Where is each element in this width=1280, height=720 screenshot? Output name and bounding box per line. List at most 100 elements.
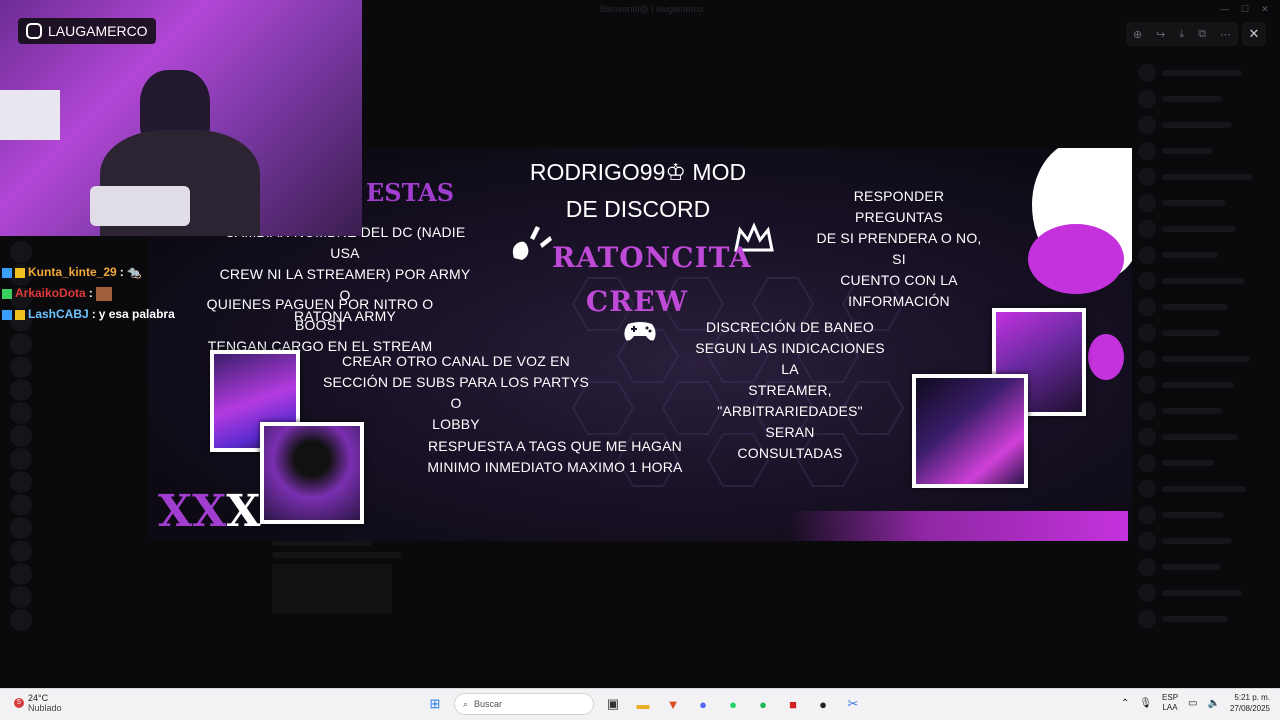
taskbar-apps: ⊞ ⌕ Buscar ▣ ▬ ▼ ● ● ● ■ ● ✂	[424, 693, 864, 715]
discord-icon[interactable]: ●	[692, 693, 714, 715]
minimize-icon[interactable]: —	[1220, 4, 1229, 15]
crown-badge-icon	[15, 267, 25, 278]
list-item	[1132, 268, 1280, 294]
list-item	[1132, 528, 1280, 554]
open-external-icon[interactable]: ⧉	[1198, 28, 1206, 41]
list-item	[1132, 138, 1280, 164]
list-item	[0, 470, 148, 493]
member-list-dimmed	[1132, 60, 1280, 680]
file-explorer-icon[interactable]: ▬	[632, 693, 654, 715]
window-controls: — ☐ ✕	[1220, 4, 1269, 15]
list-item	[1132, 60, 1280, 86]
rule-nitro-boost: QUIENES PAGUEN POR NITRO O BOOST TENGAN …	[206, 296, 434, 354]
list-item	[0, 539, 148, 562]
microphone	[90, 186, 190, 226]
language-indicator[interactable]: ESP LAA	[1162, 693, 1178, 713]
obs-icon[interactable]: ●	[812, 693, 834, 715]
whiteboard	[0, 90, 60, 140]
zoom-in-icon[interactable]: ⊕	[1133, 28, 1142, 41]
window-title: Bienvenid@ | laugamerco	[600, 4, 704, 14]
microphone-icon[interactable]: 🎙	[1139, 698, 1152, 709]
download-icon[interactable]: ⤓	[1179, 28, 1184, 41]
xxx-mark: XXX	[158, 486, 261, 537]
emote-icon	[95, 286, 112, 301]
list-item	[1132, 216, 1280, 242]
list-item	[1132, 190, 1280, 216]
list-item	[1132, 450, 1280, 476]
list-item	[0, 424, 148, 447]
badge-icon	[2, 309, 12, 320]
list-item	[1132, 554, 1280, 580]
taskbar: 5 24°C Nublado ⊞ ⌕ Buscar ▣ ▬ ▼ ● ● ● ■ …	[0, 688, 1280, 720]
search-input[interactable]: ⌕ Buscar	[454, 693, 594, 715]
channel-label: LAUGAMERCO	[18, 18, 156, 44]
chevron-up-icon[interactable]: ⌃	[1121, 698, 1129, 709]
list-item	[1132, 242, 1280, 268]
snipping-tool-icon[interactable]: ✂	[842, 693, 864, 715]
message-area-dimmed	[272, 540, 412, 640]
instagram-icon	[26, 23, 42, 39]
task-view-icon[interactable]: ▣	[602, 693, 624, 715]
list-item	[1132, 294, 1280, 320]
list-item	[0, 378, 148, 401]
banner-title: RODRIGO99♔ MOD DE DISCORD	[529, 159, 747, 222]
whatsapp-icon[interactable]: ●	[722, 693, 744, 715]
crown-badge-icon	[15, 309, 25, 320]
rule-ban-discretion: DISCRECIÓN DE BANEO SEGUN LAS INDICACION…	[695, 319, 885, 461]
red-app-icon[interactable]: ■	[782, 693, 804, 715]
list-item	[1132, 502, 1280, 528]
bottom-paint-splash	[788, 511, 1128, 541]
splash-icon	[512, 226, 552, 260]
spotify-icon[interactable]: ●	[752, 693, 774, 715]
list-item	[1132, 580, 1280, 606]
weather-widget[interactable]: 5 24°C Nublado	[14, 693, 62, 713]
list-item	[1132, 320, 1280, 346]
close-window-icon[interactable]: ✕	[1261, 4, 1269, 15]
list-item	[0, 493, 148, 516]
temperature: 24°C	[28, 693, 49, 703]
list-item	[1132, 372, 1280, 398]
list-item	[0, 401, 148, 424]
list-item	[0, 585, 148, 608]
list-item	[0, 608, 148, 631]
ratoncita-crew-title: RATONCITA CREW	[552, 241, 752, 318]
rule-answer-questions: RESPONDER PREGUNTAS DE SI PRENDERA O NO,…	[816, 188, 982, 309]
list-item	[0, 516, 148, 539]
list-item	[1132, 606, 1280, 632]
weather-condition: Nublado	[28, 703, 62, 713]
list-item	[1132, 86, 1280, 112]
notification-badge: 5	[14, 698, 24, 708]
brave-browser-icon[interactable]: ▼	[662, 693, 684, 715]
list-item	[1132, 164, 1280, 190]
chat-message: LashCABJ : y esa palabra	[2, 304, 202, 325]
list-item	[1132, 424, 1280, 450]
list-item	[0, 447, 148, 470]
list-item	[0, 355, 148, 378]
share-icon[interactable]: ↪	[1156, 28, 1165, 41]
list-item	[1132, 476, 1280, 502]
windows-start-icon[interactable]: ⊞	[424, 693, 446, 715]
badge-icon	[2, 267, 12, 278]
network-icon[interactable]: ▭	[1188, 698, 1197, 709]
chat-message: ArkaikoDota :	[2, 283, 202, 304]
stream-chat: Kunta_kinte_29 : 🐀 ArkaikoDota : LashCAB…	[2, 262, 202, 325]
close-viewer-button[interactable]: ✕	[1242, 22, 1266, 46]
rule-tag-response: RESPUESTA A TAGS QUE ME HAGAN MINIMO INM…	[427, 438, 683, 475]
list-item	[1132, 398, 1280, 424]
list-item	[0, 332, 148, 355]
screen: Bienvenid@ | laugamerco — ☐ ✕ ⊕ ↪ ⤓ ⧉ ⋯ …	[0, 0, 1280, 688]
maximize-icon[interactable]: ☐	[1241, 4, 1249, 15]
photo-keyboard	[912, 374, 1028, 488]
more-icon[interactable]: ⋯	[1220, 28, 1231, 41]
clock[interactable]: 5:21 p. m. 27/08/2025	[1230, 692, 1270, 714]
list-item	[0, 240, 148, 263]
paint-splat-purple-small	[1088, 334, 1124, 380]
list-item	[1132, 112, 1280, 138]
webcam-overlay: LAUGAMERCO	[0, 0, 362, 236]
volume-icon[interactable]: 🔈	[1208, 698, 1220, 709]
plus-badge-icon	[2, 288, 12, 299]
photo-gamer-silhouette	[260, 422, 364, 524]
gamepad-icon	[624, 322, 656, 341]
emote-icon: 🐀	[126, 265, 142, 279]
list-item	[0, 562, 148, 585]
